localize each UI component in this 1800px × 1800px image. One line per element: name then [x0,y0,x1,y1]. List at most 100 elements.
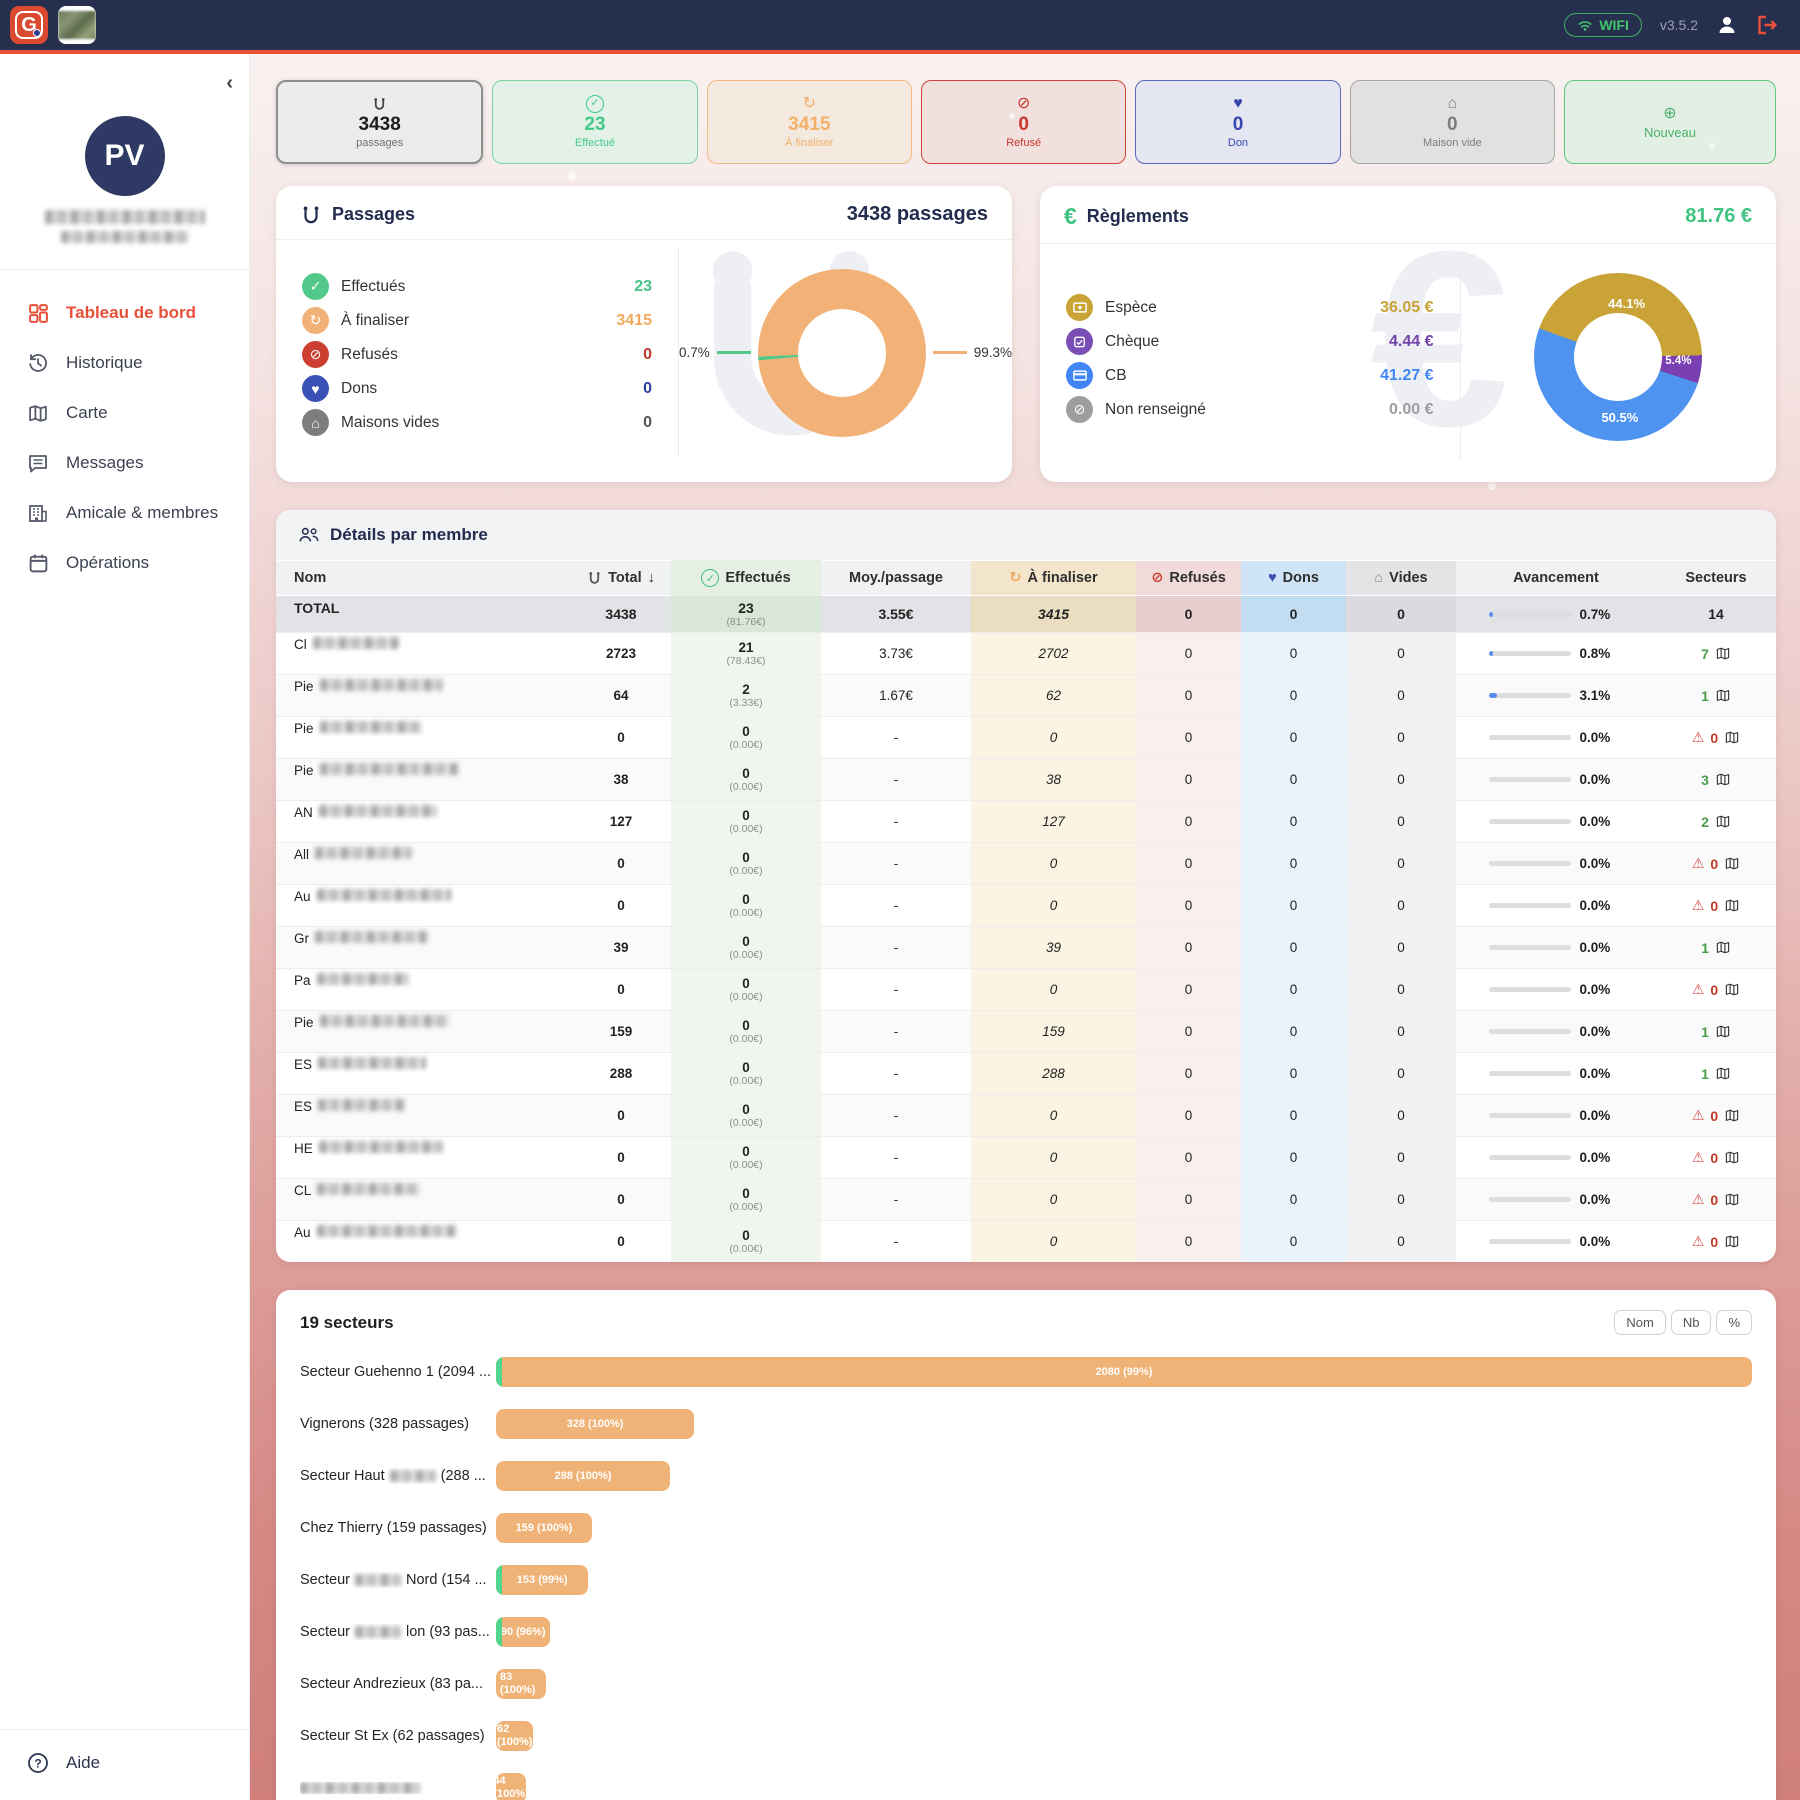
table-row[interactable]: Gr 39 0(0.00€) - 39 0 0 0 0.0% 1 [276,926,1776,968]
column-header-refuse-s[interactable]: ⊘ Refusés [1136,561,1241,595]
map-icon[interactable] [1715,688,1731,703]
column-header-effectue-s[interactable]: ✓ Effectués [671,560,821,596]
map-icon[interactable] [1715,646,1731,661]
statcard-maison-vide[interactable]: ⌂ 0 Maison vide [1350,80,1555,164]
progress-percent: 0.0% [1580,1108,1624,1123]
statcard-refuse[interactable]: ⊘ 0 Refusé [921,80,1126,164]
wifi-status-badge[interactable]: WIFI [1564,13,1642,37]
column-header-moy-passage[interactable]: Moy./passage [821,561,971,595]
sidebar-item-amicale-membres[interactable]: Amicale & membres [0,488,249,538]
column-header-a-finaliser[interactable]: ↻ À finaliser [971,561,1136,595]
sidebar-item-messages[interactable]: Messages [0,438,249,488]
map-icon[interactable] [1724,1108,1740,1123]
logout-button[interactable] [1756,15,1778,35]
dons-cell: 0 [1241,1011,1346,1052]
sidebar-item-ope-rations[interactable]: Opérations [0,538,249,588]
sector-bar-value: 159 (100%) [516,1522,573,1535]
table-row[interactable]: Pie 159 0(0.00€) - 159 0 0 0 0.0% 1 [276,1010,1776,1052]
column-header-secteurs[interactable]: Secteurs [1656,561,1776,595]
table-row[interactable]: HE 0 0(0.00€) - 0 0 0 0 0.0% ⚠ 0 [276,1136,1776,1178]
map-icon[interactable] [1715,1024,1731,1039]
user-menu-button[interactable] [1716,14,1738,36]
total-cell: 0 [571,969,671,1010]
statcard-passages[interactable]: 3438 passages [276,80,483,164]
effectues-cell: 0(0.00€) [671,885,821,926]
map-icon[interactable] [1724,730,1740,745]
sectors-sort-[interactable]: % [1716,1310,1752,1335]
table-row[interactable]: Au 0 0(0.00€) - 0 0 0 0 0.0% ⚠ 0 [276,1220,1776,1262]
sidebar-item-tableau-de-bord[interactable]: Tableau de bord [0,288,249,338]
statcard-don[interactable]: ♥ 0 Don [1135,80,1340,164]
heart-icon: ♥ [1268,570,1277,586]
warning-icon: ⚠ [1692,1107,1705,1124]
passages-card-title: Passages [332,204,415,225]
kpi-row-non-renseigne: ⊘ Non renseigné 0.00 € [1066,396,1434,423]
total-cell: 127 [571,801,671,842]
sidebar-collapse-button[interactable]: ‹ [226,72,233,95]
table-row[interactable]: Pie 0 0(0.00€) - 0 0 0 0 0.0% ⚠ 0 [276,716,1776,758]
sector-label: Secteur St Ex (62 passages) [300,1728,496,1744]
avancement-cell: 0.0% [1456,1053,1656,1094]
table-row[interactable]: Pie 64 2(3.33€) 1.67€ 62 0 0 0 3.1% 1 [276,674,1776,716]
warning-icon: ⚠ [1692,855,1705,872]
table-row[interactable]: Pa 0 0(0.00€) - 0 0 0 0 0.0% ⚠ 0 [276,968,1776,1010]
progress-percent: 0.0% [1580,772,1624,787]
progress-percent: 0.0% [1580,1024,1624,1039]
progress-bar [1489,693,1571,698]
column-header-avancement[interactable]: Avancement [1456,561,1656,595]
moy-cell: - [821,927,971,968]
sectors-sort-nb[interactable]: Nb [1671,1310,1712,1335]
secteurs-cell: ⚠ 0 [1656,1221,1776,1262]
column-header-nom[interactable]: Nom [276,561,571,595]
table-row[interactable]: Cl 2723 21(78.43€) 3.73€ 2702 0 0 0 0.8%… [276,632,1776,674]
refuses-cell: 0 [1136,885,1241,926]
progress-bar [1489,1239,1571,1244]
statcard-effectue[interactable]: ✓ 23 Effectué [492,80,697,164]
map-icon[interactable] [1715,1066,1731,1081]
sidebar-item-historique[interactable]: Historique [0,338,249,388]
map-icon[interactable] [1724,1234,1740,1249]
table-row[interactable]: ES 0 0(0.00€) - 0 0 0 0 0.0% ⚠ 0 [276,1094,1776,1136]
map-icon[interactable] [1715,814,1731,829]
table-row[interactable]: Au 0 0(0.00€) - 0 0 0 0 0.0% ⚠ 0 [276,884,1776,926]
sectors-sort-nom[interactable]: Nom [1614,1310,1665,1335]
progress-percent: 0.0% [1580,730,1624,745]
map-icon[interactable] [1715,772,1731,787]
statcard-a-finaliser[interactable]: ↻ 3415 À finaliser [707,80,912,164]
sectors-header: 19 secteurs NomNb% [300,1310,1752,1335]
map-icon[interactable] [1724,1192,1740,1207]
map-icon[interactable] [1724,856,1740,871]
map-icon[interactable] [1715,940,1731,955]
sidebar-item-aide[interactable]: ? Aide [0,1738,249,1788]
app-logo[interactable]: G [10,6,48,44]
sector-bar-track: 44 (100%) [496,1773,1752,1800]
map-icon[interactable] [1724,982,1740,997]
route-icon [587,571,602,585]
table-row[interactable]: Pie 38 0(0.00€) - 38 0 0 0 0.0% 3 [276,758,1776,800]
sector-bar-value: 2080 (99%) [1096,1366,1153,1379]
map-icon[interactable] [1724,898,1740,913]
sidebar-item-carte[interactable]: Carte [0,388,249,438]
table-row[interactable]: AN 127 0(0.00€) - 127 0 0 0 0.0% 2 [276,800,1776,842]
a-finaliser-cell: 0 [971,1095,1136,1136]
history-icon [26,351,50,375]
refuses-cell: 0 [1136,675,1241,716]
table-row[interactable]: CL 0 0(0.00€) - 0 0 0 0 0.0% ⚠ 0 [276,1178,1776,1220]
table-row[interactable]: ES 288 0(0.00€) - 288 0 0 0 0.0% 1 [276,1052,1776,1094]
column-header-vides[interactable]: ⌂ Vides [1346,561,1456,595]
total-cell: 3438 [571,596,671,632]
column-header-label: Moy./passage [849,570,943,586]
reglements-card-title: Règlements [1087,206,1189,227]
column-header-total[interactable]: Total ↓ [571,561,671,595]
column-header-dons[interactable]: ♥ Dons [1241,561,1346,595]
member-name: TOTAL [276,596,571,632]
sidebar-divider [0,269,249,270]
map-icon[interactable] [1724,1150,1740,1165]
route-icon [372,95,387,113]
dons-cell: 0 [1241,1221,1346,1262]
total-cell: 0 [571,1137,671,1178]
table-row[interactable]: All 0 0(0.00€) - 0 0 0 0 0.0% ⚠ 0 [276,842,1776,884]
org-photo-tile[interactable] [58,6,96,44]
statcard-nouveau[interactable]: ⊕ Nouveau [1564,80,1776,164]
vides-cell: 0 [1346,759,1456,800]
